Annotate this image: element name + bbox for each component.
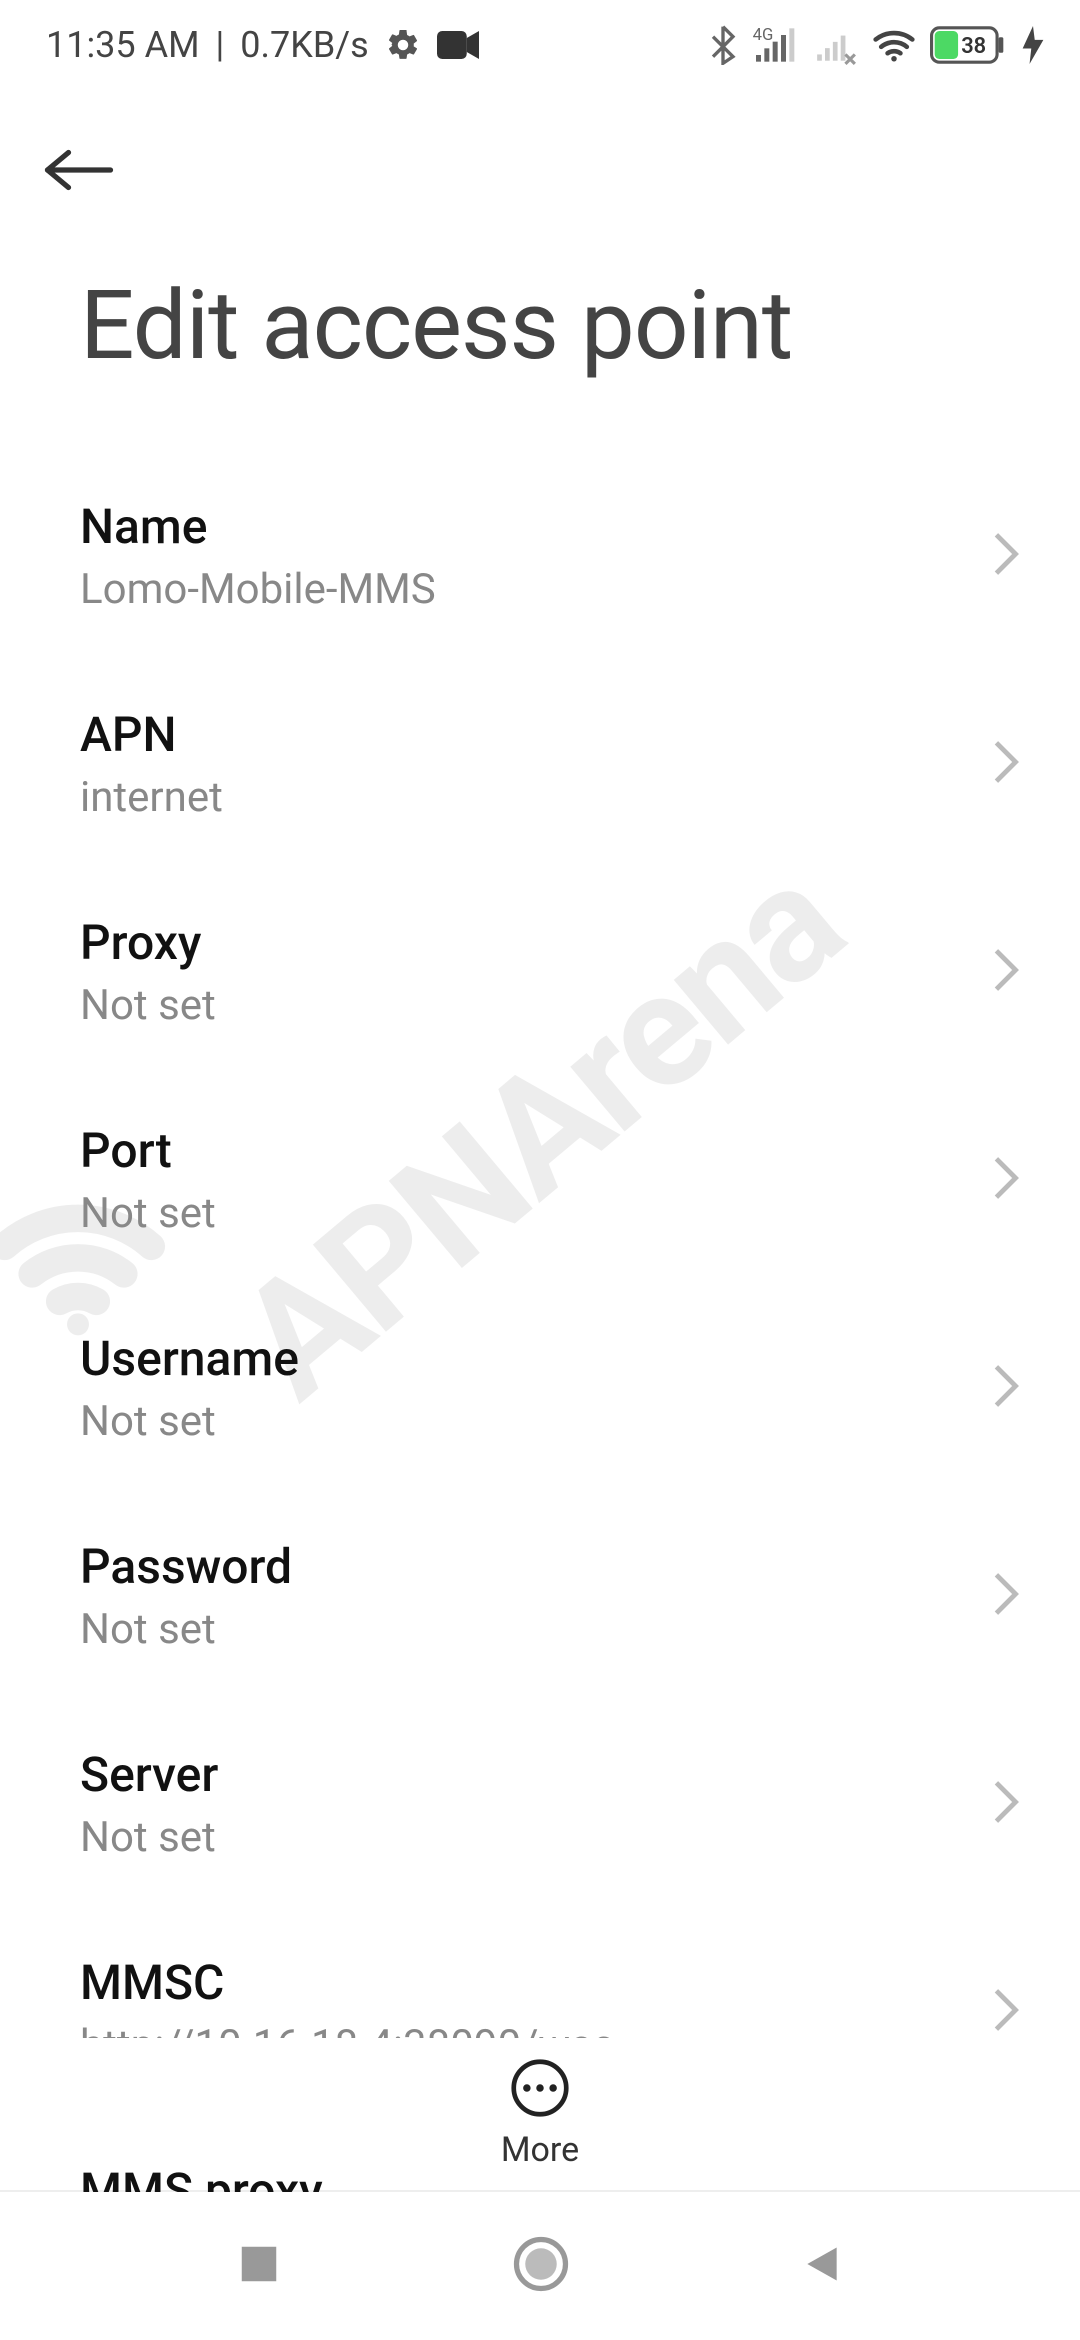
more-button[interactable]: More — [501, 2058, 579, 2170]
chevron-right-icon — [992, 1155, 1020, 1205]
row-value: Lomo-Mobile-MMS — [80, 565, 992, 614]
row-password[interactable]: Password Not set — [0, 1492, 1080, 1700]
row-label: Proxy — [80, 914, 992, 971]
triangle-left-icon — [800, 2242, 844, 2286]
signal-sim2-icon — [814, 25, 858, 65]
charging-icon — [1022, 26, 1044, 64]
chevron-right-icon — [992, 947, 1020, 997]
row-label: Username — [80, 1330, 992, 1387]
row-value: Not set — [80, 1813, 992, 1862]
arrow-left-icon — [44, 145, 114, 195]
row-apn[interactable]: APN internet — [0, 660, 1080, 868]
settings-list: Name Lomo-Mobile-MMS APN internet Proxy … — [0, 392, 1080, 2192]
bottom-action-bar: More — [0, 2038, 1080, 2170]
row-username[interactable]: Username Not set — [0, 1284, 1080, 1492]
signal-4g-icon: 4G — [752, 25, 800, 65]
status-time: 11:35 AM — [46, 24, 200, 66]
gear-icon — [385, 27, 421, 63]
page-title: Edit access point — [44, 270, 1036, 382]
status-bar: 11:35 AM | 0.7KB/s 4G 38 — [0, 0, 1080, 90]
status-separator: | — [216, 24, 225, 66]
chevron-right-icon — [992, 1779, 1020, 1829]
row-name[interactable]: Name Lomo-Mobile-MMS — [0, 452, 1080, 660]
bluetooth-icon — [708, 25, 738, 65]
square-icon — [236, 2241, 282, 2287]
row-value: Not set — [80, 1397, 992, 1446]
row-label: APN — [80, 706, 992, 763]
row-value: Not set — [80, 1605, 992, 1654]
row-label: Password — [80, 1538, 992, 1595]
row-server[interactable]: Server Not set — [0, 1700, 1080, 1908]
row-value: Not set — [80, 1189, 992, 1238]
more-horizontal-circle-icon — [510, 2058, 570, 2118]
circle-icon — [513, 2236, 569, 2292]
row-label: Port — [80, 1122, 992, 1179]
row-label: MMSC — [80, 1954, 992, 2011]
nav-back-button[interactable] — [800, 2242, 844, 2290]
row-value: internet — [80, 773, 992, 822]
back-button[interactable] — [44, 120, 144, 220]
status-net-speed: 0.7KB/s — [240, 24, 368, 66]
nav-home-button[interactable] — [513, 2236, 569, 2296]
chevron-right-icon — [992, 1571, 1020, 1621]
header: Edit access point — [0, 90, 1080, 392]
svg-text:38: 38 — [961, 34, 986, 59]
chevron-right-icon — [992, 531, 1020, 581]
system-nav-bar — [0, 2190, 1080, 2340]
battery-icon: 38 — [930, 26, 1008, 64]
chevron-right-icon — [992, 1363, 1020, 1413]
row-value: Not set — [80, 981, 992, 1030]
row-port[interactable]: Port Not set — [0, 1076, 1080, 1284]
camera-icon — [437, 30, 479, 60]
nav-recents-button[interactable] — [236, 2241, 282, 2291]
row-label: Name — [80, 498, 992, 555]
chevron-right-icon — [992, 739, 1020, 789]
row-label: Server — [80, 1746, 992, 1803]
wifi-icon — [872, 26, 916, 64]
svg-text:4G: 4G — [753, 26, 774, 45]
more-label: More — [501, 2130, 579, 2170]
chevron-right-icon — [992, 1987, 1020, 2037]
row-proxy[interactable]: Proxy Not set — [0, 868, 1080, 1076]
